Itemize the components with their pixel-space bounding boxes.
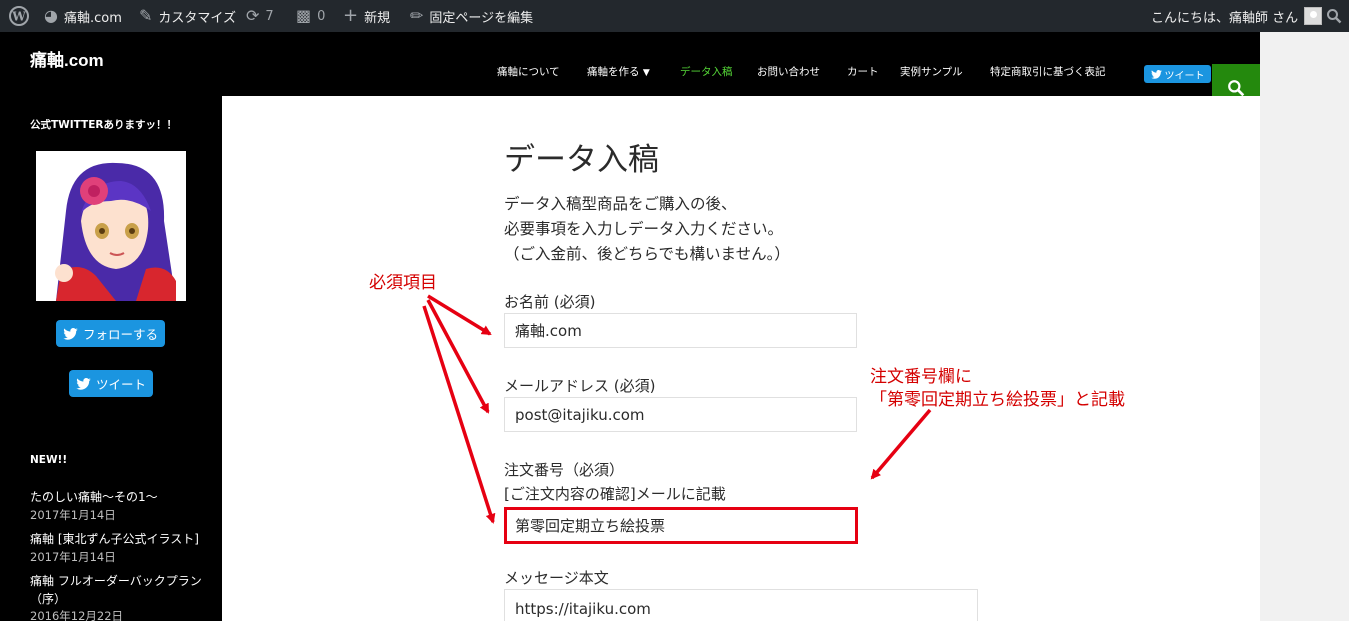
twitter-bird-icon — [1150, 69, 1162, 79]
admin-site-link[interactable]: ◕ 痛軸.com — [44, 0, 122, 32]
admin-search-button[interactable] — [1326, 0, 1342, 32]
recent-post-link[interactable]: 痛軸 [東北ずん子公式イラスト] — [30, 530, 199, 547]
update-icon: ⟳ — [246, 6, 260, 25]
twitter-widget-heading: 公式TWITTERありますッ！！ — [30, 119, 177, 131]
message-textarea[interactable]: https://itajiku.com — [504, 589, 978, 621]
site-title[interactable]: 痛軸.com — [30, 46, 104, 71]
intro-line: データ入稿型商品をご購入の後、 — [504, 195, 737, 213]
recent-post-link[interactable]: 痛軸 フルオーダーバックプラン — [30, 572, 202, 589]
comment-icon: ▩ — [296, 6, 312, 25]
twitter-tweet-button[interactable]: ツイート — [69, 370, 153, 397]
recent-post-date: 2017年1月14日 — [30, 508, 116, 522]
brush-icon: ✎ — [139, 6, 153, 25]
site-header: 痛軸.com 痛軸について 痛軸を作る ▼ データ入稿 お問い合わせ カート 実… — [0, 32, 1260, 112]
pencil-icon: ✏ — [410, 6, 424, 25]
message-label: メッセージ本文 — [504, 569, 609, 587]
new-posts-heading: NEW!! — [30, 454, 68, 466]
svg-text:W: W — [11, 10, 26, 24]
twitter-bird-icon — [76, 377, 91, 390]
wordpress-icon: W — [9, 6, 29, 26]
nav-item-about[interactable]: 痛軸について — [497, 64, 560, 79]
recent-post-link[interactable]: たのしい痛軸〜その1〜 — [30, 488, 158, 505]
nav-item-legal[interactable]: 特定商取引に基づく表記 — [990, 64, 1106, 79]
order-number-highlight — [504, 507, 858, 544]
header-tweet-button[interactable]: ツイート — [1144, 65, 1211, 83]
required-annotation: 必須項目 — [369, 273, 437, 293]
nav-item-contact[interactable]: お問い合わせ — [757, 64, 820, 79]
order-annotation-line2: 「第零回定期立ち絵投票」と記載 — [870, 390, 1125, 410]
mascot-illustration — [36, 151, 186, 301]
twitter-follow-button[interactable]: フォローする — [56, 320, 165, 347]
name-input[interactable]: 痛軸.com — [504, 313, 857, 348]
user-avatar-icon — [1304, 7, 1323, 25]
name-label: お名前 (必須) — [504, 293, 596, 311]
order-number-note: [ご注文内容の確認]メールに記載 — [504, 485, 726, 503]
recent-post-date: 2017年1月14日 — [30, 550, 116, 564]
nav-item-samples[interactable]: 実例サンプル — [900, 64, 963, 79]
email-input[interactable]: post@itajiku.com — [504, 397, 857, 432]
admin-account-link[interactable]: こんにちは、痛軸師 さん — [1151, 0, 1323, 32]
twitter-bird-icon — [63, 327, 78, 340]
nav-item-data-upload[interactable]: データ入稿 — [680, 64, 733, 79]
admin-edit-page-link[interactable]: ✏ 固定ページを編集 — [410, 0, 533, 32]
admin-updates-link[interactable]: ⟳ 7 — [246, 0, 274, 32]
intro-line: 必要事項を入力しデータ入力ください。 — [504, 220, 784, 238]
wordpress-logo-icon[interactable]: W — [9, 0, 29, 32]
recent-post-link-continued[interactable]: （序） — [30, 590, 66, 607]
plus-icon: + — [343, 5, 359, 26]
search-icon — [1327, 9, 1342, 24]
nav-item-make[interactable]: 痛軸を作る ▼ — [587, 64, 650, 79]
search-icon — [1228, 80, 1245, 97]
admin-new-link[interactable]: + 新規 — [343, 0, 390, 32]
recent-post-date: 2016年12月22日 — [30, 609, 124, 621]
nav-item-cart[interactable]: カート — [847, 64, 879, 79]
admin-bar: W ◕ 痛軸.com ✎ カスタマイズ ⟳ 7 ▩ 0 + 新規 ✏ 固定ページ… — [0, 0, 1349, 32]
email-label: メールアドレス (必須) — [504, 377, 656, 395]
order-number-label: 注文番号（必須） — [504, 461, 625, 479]
dashboard-icon: ◕ — [44, 6, 58, 25]
admin-comments-link[interactable]: ▩ 0 — [296, 0, 325, 32]
admin-customize-link[interactable]: ✎ カスタマイズ — [139, 0, 236, 32]
page-background-strip — [1260, 32, 1349, 621]
sidebar: 公式TWITTERありますッ！！ フォローする ツイート NEW!! たのしい痛… — [0, 96, 222, 621]
mascot-avatar-image — [36, 151, 186, 301]
page-title: データ入稿 — [504, 142, 659, 178]
intro-line: （ご入金前、後どちらでも構いません。） — [504, 245, 790, 263]
order-annotation-line1: 注文番号欄に — [870, 367, 972, 387]
caret-down-icon: ▼ — [642, 68, 650, 78]
